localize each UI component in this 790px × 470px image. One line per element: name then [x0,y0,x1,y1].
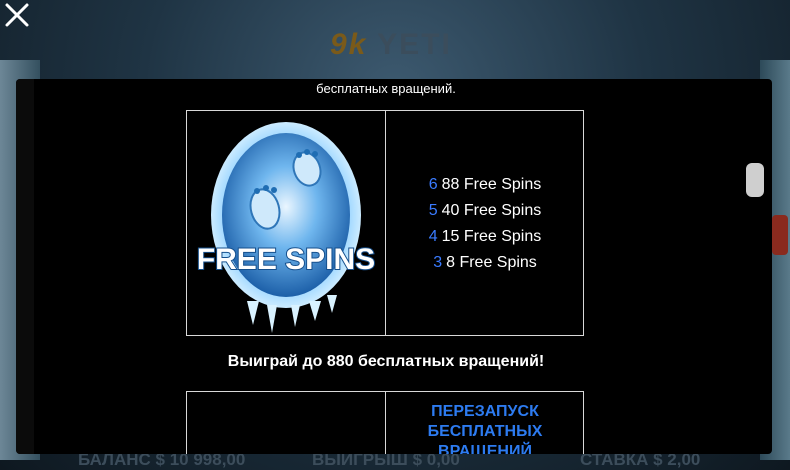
background-decoration [772,215,788,255]
payout-row: 4 15 Free Spins [386,224,584,250]
payout-row: 38 Free Spins [386,250,584,276]
retrigger-line: ПЕРЕЗАПУСК [431,403,539,420]
payout-count: 6 [428,176,438,193]
payout-value: 40 Free Spins [441,202,542,219]
logo-text: YETI [377,28,452,61]
payout-count: 5 [428,202,438,219]
close-button[interactable] [4,2,30,28]
payout-value: 8 Free Spins [446,254,537,271]
close-icon [5,3,29,27]
free-spins-symbol-label: FREE SPINS [197,243,375,276]
retrigger-table: ПЕРЕЗАПУСК БЕСПЛАТНЫХ ВРАЩЕНИЙ [186,391,584,454]
scrollbar[interactable] [744,79,766,454]
modal-edge [16,79,34,454]
payout-value: 88 Free Spins [441,176,542,193]
scrollbar-thumb[interactable] [746,163,764,197]
payout-list: 6 88 Free Spins 5 40 Free Spins 4 15 Free S… [386,172,584,276]
win-up-to-text: Выиграй до 880 бесплатных вращений! [227,353,545,370]
free-spins-ice-footprints-icon: FREE SPINS [196,122,376,333]
payout-row: 6 88 Free Spins [386,172,584,198]
payout-count: 4 [428,228,438,245]
payout-row: 5 40 Free Spins [386,198,584,224]
retrigger-line: БЕСПЛАТНЫХ [427,423,543,440]
free-spins-paytable: FREE SPINS 6 88 Free Spins 5 40 Free Spins… [186,110,584,336]
retrigger-line: ВРАЩЕНИЙ [438,443,532,454]
logo-prefix: 9k [330,28,368,61]
payout-value: 15 Free Spins [441,228,542,245]
retrigger-label: ПЕРЕЗАПУСК БЕСПЛАТНЫХ ВРАЩЕНИЙ [386,402,584,454]
free-spins-symbol-cell: FREE SPINS [187,111,385,335]
section-text: бесплатных вращений. [316,81,456,96]
payout-count: 3 [433,254,443,271]
game-logo: 9k YETI [330,28,452,62]
paytable-modal: бесплатных вращений. FREE SPINS 6 88 Fre… [16,79,772,454]
